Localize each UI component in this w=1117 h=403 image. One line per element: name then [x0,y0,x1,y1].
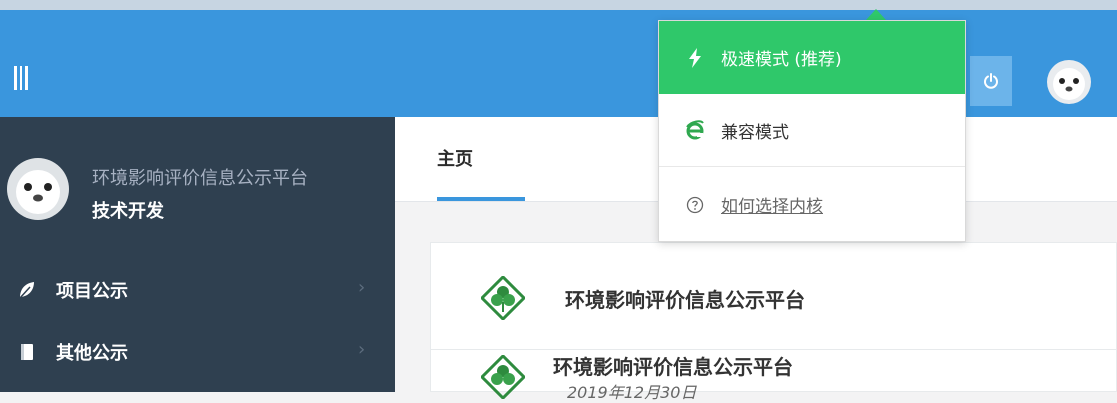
chevron-right-icon: › [358,339,366,360]
sidebar-item-label: 项目公示 [56,281,128,302]
user-avatar[interactable] [6,157,70,221]
ie-icon [685,119,705,141]
content-panel: 环境影响评价信息公示平台 环境影响评价信息公示平台 2019年12月30日 [430,242,1117,402]
sidebar-item-other-notice[interactable]: 其他公示 › [0,327,395,379]
browser-top-strip [0,0,1117,10]
help-link-label: 如何选择内核 [721,197,823,217]
compat-mode-label: 兼容模式 [721,122,789,143]
panel-divider [431,349,1117,350]
list-item-title[interactable]: 环境影响评价信息公示平台 [553,351,793,380]
menu-bars-icon[interactable] [14,66,29,90]
power-button[interactable] [970,56,1012,106]
clover-logo-icon [481,355,525,399]
book-icon [21,344,33,360]
list-item-date: 2019年12月30日 [567,383,697,402]
compat-mode-option[interactable]: 兼容模式 [659,94,965,167]
panel-title: 环境影响评价信息公示平台 [565,288,805,312]
seal-avatar-icon[interactable] [1046,59,1092,105]
help-circle-icon [685,194,705,216]
chevron-right-icon: › [358,277,366,298]
leaf-icon [19,282,34,299]
sidebar-item-project-notice[interactable]: 项目公示 › [0,265,395,317]
power-icon [984,73,998,89]
user-name: 环境影响评价信息公示平台 [92,168,308,189]
tab-home[interactable]: 主页 [437,145,473,171]
dropdown-pointer [866,9,886,20]
browser-mode-dropdown: 极速模式 (推荐) 兼容模式 如何选择内核 [658,20,966,242]
fast-mode-option[interactable]: 极速模式 (推荐) [659,21,965,94]
lightning-icon [685,47,705,69]
sidebar-item-label: 其他公示 [56,343,128,364]
user-role: 技术开发 [92,201,164,222]
fast-mode-label: 极速模式 (推荐) [721,50,842,70]
help-choose-kernel-link[interactable]: 如何选择内核 [659,168,965,241]
sidebar: 环境影响评价信息公示平台 技术开发 项目公示 › 其他公示 › [0,117,395,392]
clover-logo-icon [481,276,525,320]
active-tab-indicator [437,197,525,201]
